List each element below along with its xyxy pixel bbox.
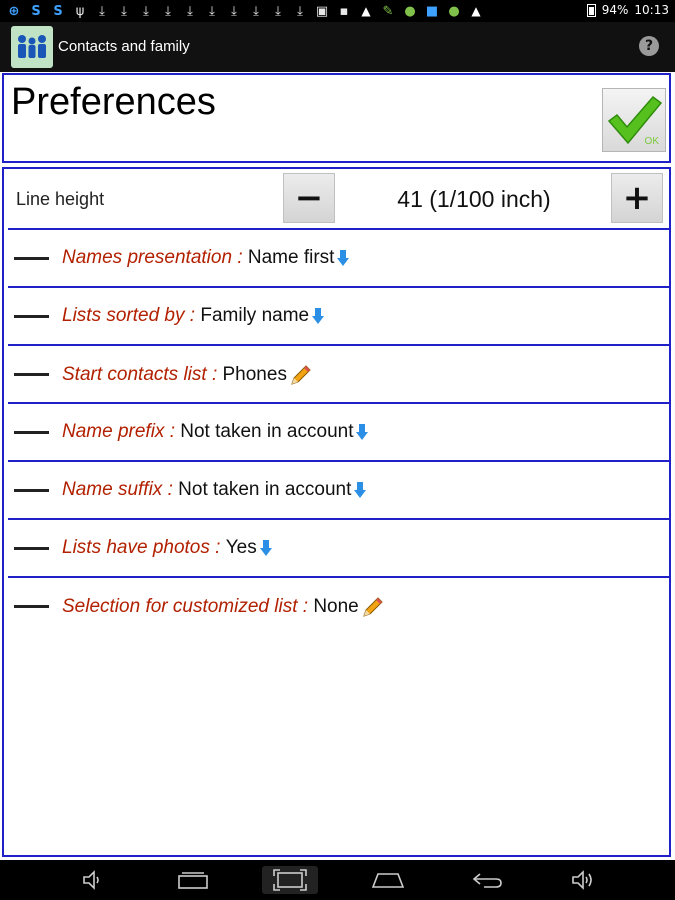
battery-icon [586,3,596,17]
row-dash [14,489,49,492]
download-icon: ⤓ [297,3,303,19]
dropdown-arrow-icon[interactable] [355,423,369,441]
dropdown-arrow-icon[interactable] [311,307,325,325]
pref-row-name-suffix[interactable]: Name suffix : Not taken in account [4,463,669,519]
download-icon: ⤓ [165,3,171,19]
ok-label: OK [644,136,659,147]
pencil-icon[interactable] [289,363,313,387]
action-bar: Contacts and family ? [0,22,675,72]
pref-row-selection-customized-list[interactable]: Selection for customized list : None [4,579,669,635]
divider [8,228,669,230]
sync-icon: S [31,3,41,19]
download-icon: ⤓ [231,3,237,19]
navigation-bar [0,860,675,900]
pref-text: Names presentation : Name first [62,247,350,269]
pref-label: Selection for customized list : [62,596,314,618]
pencil-icon[interactable] [361,595,385,619]
row-dash [14,257,49,260]
pref-text: Lists have photos : Yes [62,537,273,559]
decrease-line-height-button[interactable]: − [283,173,335,223]
pref-value: None [313,596,359,618]
pref-label: Names presentation : [62,247,248,268]
status-right: 94% 10:13 [586,3,669,17]
row-dash [14,431,49,434]
line-height-value: 41 (1/100 inch) [397,186,551,212]
line-height-label: Line height [16,189,105,209]
divider [8,344,669,346]
row-dash [14,547,49,550]
divider [8,576,669,578]
divider [8,286,669,288]
dropdown-arrow-icon[interactable] [353,481,367,499]
photo-icon: ■ [425,3,439,19]
warning-icon: ▲ [471,4,481,18]
row-dash [14,605,49,608]
row-dash [14,315,49,318]
increase-line-height-button[interactable]: + [611,173,663,223]
header-panel: Preferences OK [2,73,671,163]
download-icon: ⤓ [187,3,193,19]
help-icon[interactable]: ? [639,36,659,56]
divider [8,518,669,520]
ok-button[interactable]: OK [602,88,666,152]
pref-text: Start contacts list : Phones [62,363,313,387]
volume-up-icon[interactable] [570,868,600,892]
image-icon: ▣ [315,3,329,19]
family-icon[interactable] [11,26,53,68]
pref-value: Not taken in account [178,479,352,500]
download-icon: ⤓ [143,3,149,19]
notification-icons: ⊕ S S ψ ⤓ ⤓ ⤓ ⤓ ⤓ ⤓ ⤓ ⤓ ⤓ ⤓ ▣ ▪ ▲ ✎ ● ■ … [6,3,484,19]
android-icon: ● [404,3,416,19]
pref-text: Lists sorted by : Family name [62,305,325,327]
pref-label: Lists have photos : [62,537,226,558]
pref-text: Name prefix : Not taken in account [62,421,369,443]
dropdown-arrow-icon[interactable] [336,249,350,267]
pref-value: Name first [247,247,335,268]
back-icon[interactable] [470,868,504,892]
sync-icon: S [53,3,63,19]
divider [8,460,669,462]
dropdown-arrow-icon[interactable] [259,539,273,557]
pref-text: Name suffix : Not taken in account [62,479,367,501]
broom-icon: ✎ [382,3,394,19]
battery-percent: 94% [601,3,629,17]
page-title: Preferences [11,81,216,123]
pref-row-name-prefix[interactable]: Name prefix : Not taken in account [4,405,669,461]
pref-label: Start contacts list : [62,364,223,386]
usb-icon: ψ [75,3,85,19]
download-icon: ⤓ [121,3,127,19]
pref-label: Name suffix : [62,479,179,500]
content-area: Preferences OK Line height − 41 (1/100 i… [0,72,675,860]
line-height-row: Line height − 41 (1/100 inch) + [4,169,669,229]
pref-row-lists-sorted-by[interactable]: Lists sorted by : Family name [4,289,669,345]
download-icon: ⤓ [209,3,215,19]
row-dash [14,373,49,376]
volume-down-icon[interactable] [80,868,106,892]
pref-text: Selection for customized list : None [62,595,385,619]
app-title: Contacts and family [58,38,190,55]
home-icon[interactable] [370,868,406,892]
download-icon: ⤓ [253,3,259,19]
download-icon: ⤓ [99,3,105,19]
status-bar: ⊕ S S ψ ⤓ ⤓ ⤓ ⤓ ⤓ ⤓ ⤓ ⤓ ⤓ ⤓ ▣ ▪ ▲ ✎ ● ■ … [0,0,675,22]
warning-icon: ▲ [361,4,371,18]
pref-label: Lists sorted by : [62,305,201,326]
preferences-panel: Line height − 41 (1/100 inch) + Names pr… [2,167,671,857]
pref-value: Not taken in account [180,421,354,442]
divider [8,402,669,404]
sync-icon: ⊕ [8,3,20,19]
clock: 10:13 [634,3,669,17]
image-icon: ▪ [339,3,349,19]
pref-row-lists-have-photos[interactable]: Lists have photos : Yes [4,521,669,577]
pref-value: Family name [200,305,310,326]
screenshot-icon[interactable] [262,866,318,894]
android-icon: ● [448,3,460,19]
pref-value: Yes [225,537,257,558]
download-icon: ⤓ [275,3,281,19]
recent-apps-icon[interactable] [176,868,210,892]
pref-row-start-contacts-list[interactable]: Start contacts list : Phones [4,347,669,403]
pref-row-names-presentation[interactable]: Names presentation : Name first [4,231,669,287]
pref-label: Name prefix : [62,421,181,442]
pref-value: Phones [222,364,287,386]
